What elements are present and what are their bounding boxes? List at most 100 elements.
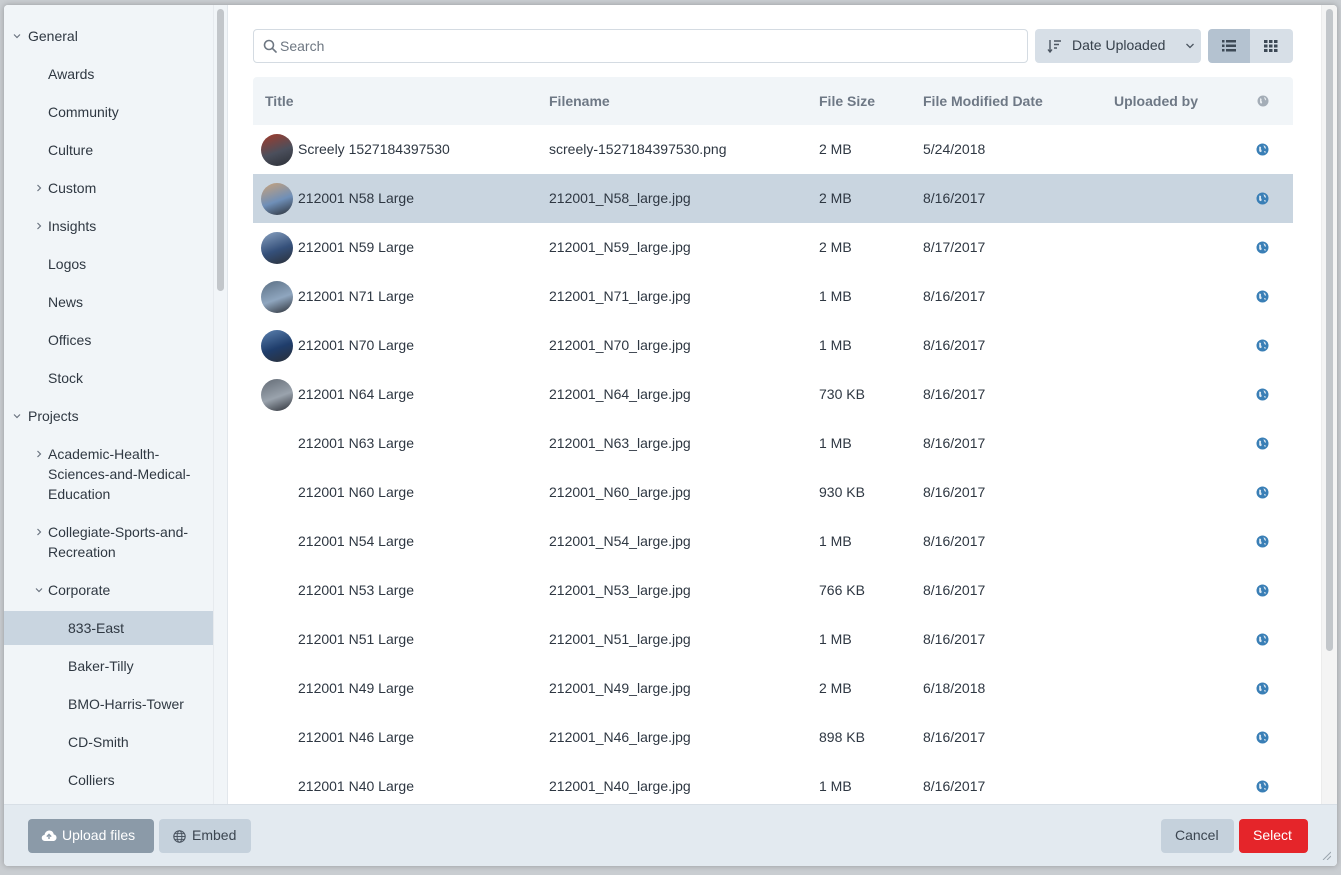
table-row[interactable]: 212001 N64 Large 212001_N64_large.jpg 730 … xyxy=(253,370,1293,419)
sidebar-item-education[interactable]: Education xyxy=(4,484,214,504)
row-filename: 212001_N70_large.jpg xyxy=(549,337,691,353)
header-uploaded-by[interactable]: Uploaded by xyxy=(1114,93,1198,109)
sidebar-item-cd-smith[interactable]: CD-Smith xyxy=(4,732,214,752)
row-modified-date: 8/16/2017 xyxy=(923,288,986,304)
sidebar-item-awards[interactable]: Awards xyxy=(4,64,214,84)
sidebar-item-collegiate-sports-and[interactable]: Collegiate-Sports-and- xyxy=(4,522,214,542)
public-globe-icon xyxy=(1256,780,1269,793)
sidebar-item-custom[interactable]: Custom xyxy=(4,178,214,198)
chevron-right-icon[interactable] xyxy=(35,222,43,230)
row-filename: 212001_N59_large.jpg xyxy=(549,239,691,255)
chevron-down-icon[interactable] xyxy=(35,586,43,594)
search-box[interactable] xyxy=(253,29,1028,63)
main-panel: Date Uploaded Title Filename Fil xyxy=(229,5,1337,804)
sidebar-item-academic-health[interactable]: Academic-Health- xyxy=(4,444,214,464)
sidebar-item-corporate[interactable]: Corporate xyxy=(4,580,214,600)
sidebar-item-insights[interactable]: Insights xyxy=(4,216,214,236)
file-thumbnail xyxy=(261,330,293,362)
sidebar-item-baker-tilly[interactable]: Baker-Tilly xyxy=(4,656,214,676)
sidebar-scrollbar[interactable] xyxy=(213,5,227,804)
row-file-size: 1 MB xyxy=(819,778,852,794)
sort-icon xyxy=(1047,40,1061,54)
sidebar-item-label: BMO-Harris-Tower xyxy=(68,696,184,712)
header-file-size[interactable]: File Size xyxy=(819,93,875,109)
chevron-down-icon[interactable] xyxy=(13,412,21,420)
sidebar-item-stock[interactable]: Stock xyxy=(4,368,214,388)
public-globe-icon xyxy=(1256,731,1269,744)
table-row[interactable]: 212001 N46 Large 212001_N46_large.jpg 898 … xyxy=(253,713,1293,762)
sidebar-item-community[interactable]: Community xyxy=(4,102,214,122)
sidebar-item-label: Stock xyxy=(48,370,84,386)
globe-header-icon xyxy=(1257,95,1269,107)
table-row[interactable]: 212001 N59 Large 212001_N59_large.jpg 2 MB… xyxy=(253,223,1293,272)
table-row[interactable]: 212001 N53 Large 212001_N53_large.jpg 766 … xyxy=(253,566,1293,615)
public-globe-icon xyxy=(1256,290,1269,303)
folder-sidebar: General Awards Community Culture Custom Insig… xyxy=(4,5,228,804)
public-globe-icon xyxy=(1256,584,1269,597)
table-row[interactable]: 212001 N63 Large 212001_N63_large.jpg 1 MB… xyxy=(253,419,1293,468)
chevron-right-icon[interactable] xyxy=(35,450,43,458)
row-modified-date: 8/16/2017 xyxy=(923,582,986,598)
table-row[interactable]: 212001 N60 Large 212001_N60_large.jpg 930 … xyxy=(253,468,1293,517)
sidebar-item-label: Corporate xyxy=(48,582,111,598)
search-input[interactable] xyxy=(280,30,1020,62)
table-row[interactable]: 212001 N71 Large 212001_N71_large.jpg 1 MB… xyxy=(253,272,1293,321)
list-view-button[interactable] xyxy=(1208,29,1250,63)
public-globe-icon xyxy=(1256,388,1269,401)
row-title: 212001 N46 Large xyxy=(298,729,414,745)
sidebar-item-bmo-harris-tower[interactable]: BMO-Harris-Tower xyxy=(4,694,214,714)
grid-view-button[interactable] xyxy=(1250,29,1293,63)
table-row[interactable]: 212001 N58 Large 212001_N58_large.jpg 2 MB… xyxy=(253,174,1293,223)
sidebar-scroll-thumb[interactable] xyxy=(217,9,224,291)
cloud-upload-icon xyxy=(41,830,57,841)
table-row[interactable]: 212001 N54 Large 212001_N54_large.jpg 1 MB… xyxy=(253,517,1293,566)
row-filename: 212001_N40_large.jpg xyxy=(549,778,691,794)
sidebar-item-projects[interactable]: Projects xyxy=(4,406,214,426)
sidebar-item-label: Custom xyxy=(48,180,97,196)
chevron-right-icon[interactable] xyxy=(35,184,43,192)
row-file-size: 930 KB xyxy=(819,484,865,500)
resize-handle-icon[interactable] xyxy=(1321,850,1331,860)
sidebar-item-label: General xyxy=(28,28,78,44)
header-title[interactable]: Title xyxy=(265,93,294,109)
file-picker-dialog: General Awards Community Culture Custom Insig… xyxy=(4,5,1337,866)
sidebar-item-offices[interactable]: Offices xyxy=(4,330,214,350)
table-row[interactable]: 212001 N49 Large 212001_N49_large.jpg 2 MB… xyxy=(253,664,1293,713)
table-row[interactable]: Screely 1527184397530 screely-15271843975… xyxy=(253,125,1293,174)
main-scroll-thumb[interactable] xyxy=(1326,9,1333,651)
header-modified-date[interactable]: File Modified Date xyxy=(923,93,1043,109)
table-row[interactable]: 212001 N70 Large 212001_N70_large.jpg 1 MB… xyxy=(253,321,1293,370)
sort-dropdown[interactable]: Date Uploaded xyxy=(1035,29,1201,63)
sidebar-item-logos[interactable]: Logos xyxy=(4,254,214,274)
table-row[interactable]: 212001 N51 Large 212001_N51_large.jpg 1 MB… xyxy=(253,615,1293,664)
upload-files-button[interactable]: Upload files xyxy=(28,819,154,853)
sidebar-item-label: Baker-Tilly xyxy=(68,658,134,674)
sidebar-item-colliers[interactable]: Colliers xyxy=(4,770,214,790)
row-file-size: 2 MB xyxy=(819,190,852,206)
main-scrollbar[interactable] xyxy=(1321,5,1337,804)
header-filename[interactable]: Filename xyxy=(549,93,610,109)
row-title: 212001 N40 Large xyxy=(298,778,414,794)
sidebar-item-label: CD-Smith xyxy=(68,734,129,750)
row-file-size: 766 KB xyxy=(819,582,865,598)
sidebar-item-culture[interactable]: Culture xyxy=(4,140,214,160)
row-modified-date: 8/16/2017 xyxy=(923,337,986,353)
sidebar-item-recreation[interactable]: Recreation xyxy=(4,542,214,562)
chevron-down-icon[interactable] xyxy=(13,32,21,40)
sidebar-item-news[interactable]: News xyxy=(4,292,214,312)
row-modified-date: 8/16/2017 xyxy=(923,484,986,500)
row-modified-date: 8/16/2017 xyxy=(923,386,986,402)
embed-button[interactable]: Embed xyxy=(159,819,251,853)
cancel-button[interactable]: Cancel xyxy=(1161,819,1234,853)
row-filename: 212001_N51_large.jpg xyxy=(549,631,691,647)
sidebar-item-833-east[interactable]: 833-East xyxy=(4,611,214,645)
table-row[interactable]: 212001 N40 Large 212001_N40_large.jpg 1 MB… xyxy=(253,762,1293,804)
sidebar-item-general[interactable]: General xyxy=(4,26,214,46)
public-globe-icon xyxy=(1256,682,1269,695)
public-globe-icon xyxy=(1256,535,1269,548)
sidebar-item-sciences-and-medical[interactable]: Sciences-and-Medical- xyxy=(4,464,214,484)
chevron-right-icon[interactable] xyxy=(35,528,43,536)
select-button[interactable]: Select xyxy=(1239,819,1308,853)
dialog-footer: Upload files Embed Cancel Select xyxy=(4,804,1337,866)
chevron-down-icon xyxy=(1186,43,1194,49)
